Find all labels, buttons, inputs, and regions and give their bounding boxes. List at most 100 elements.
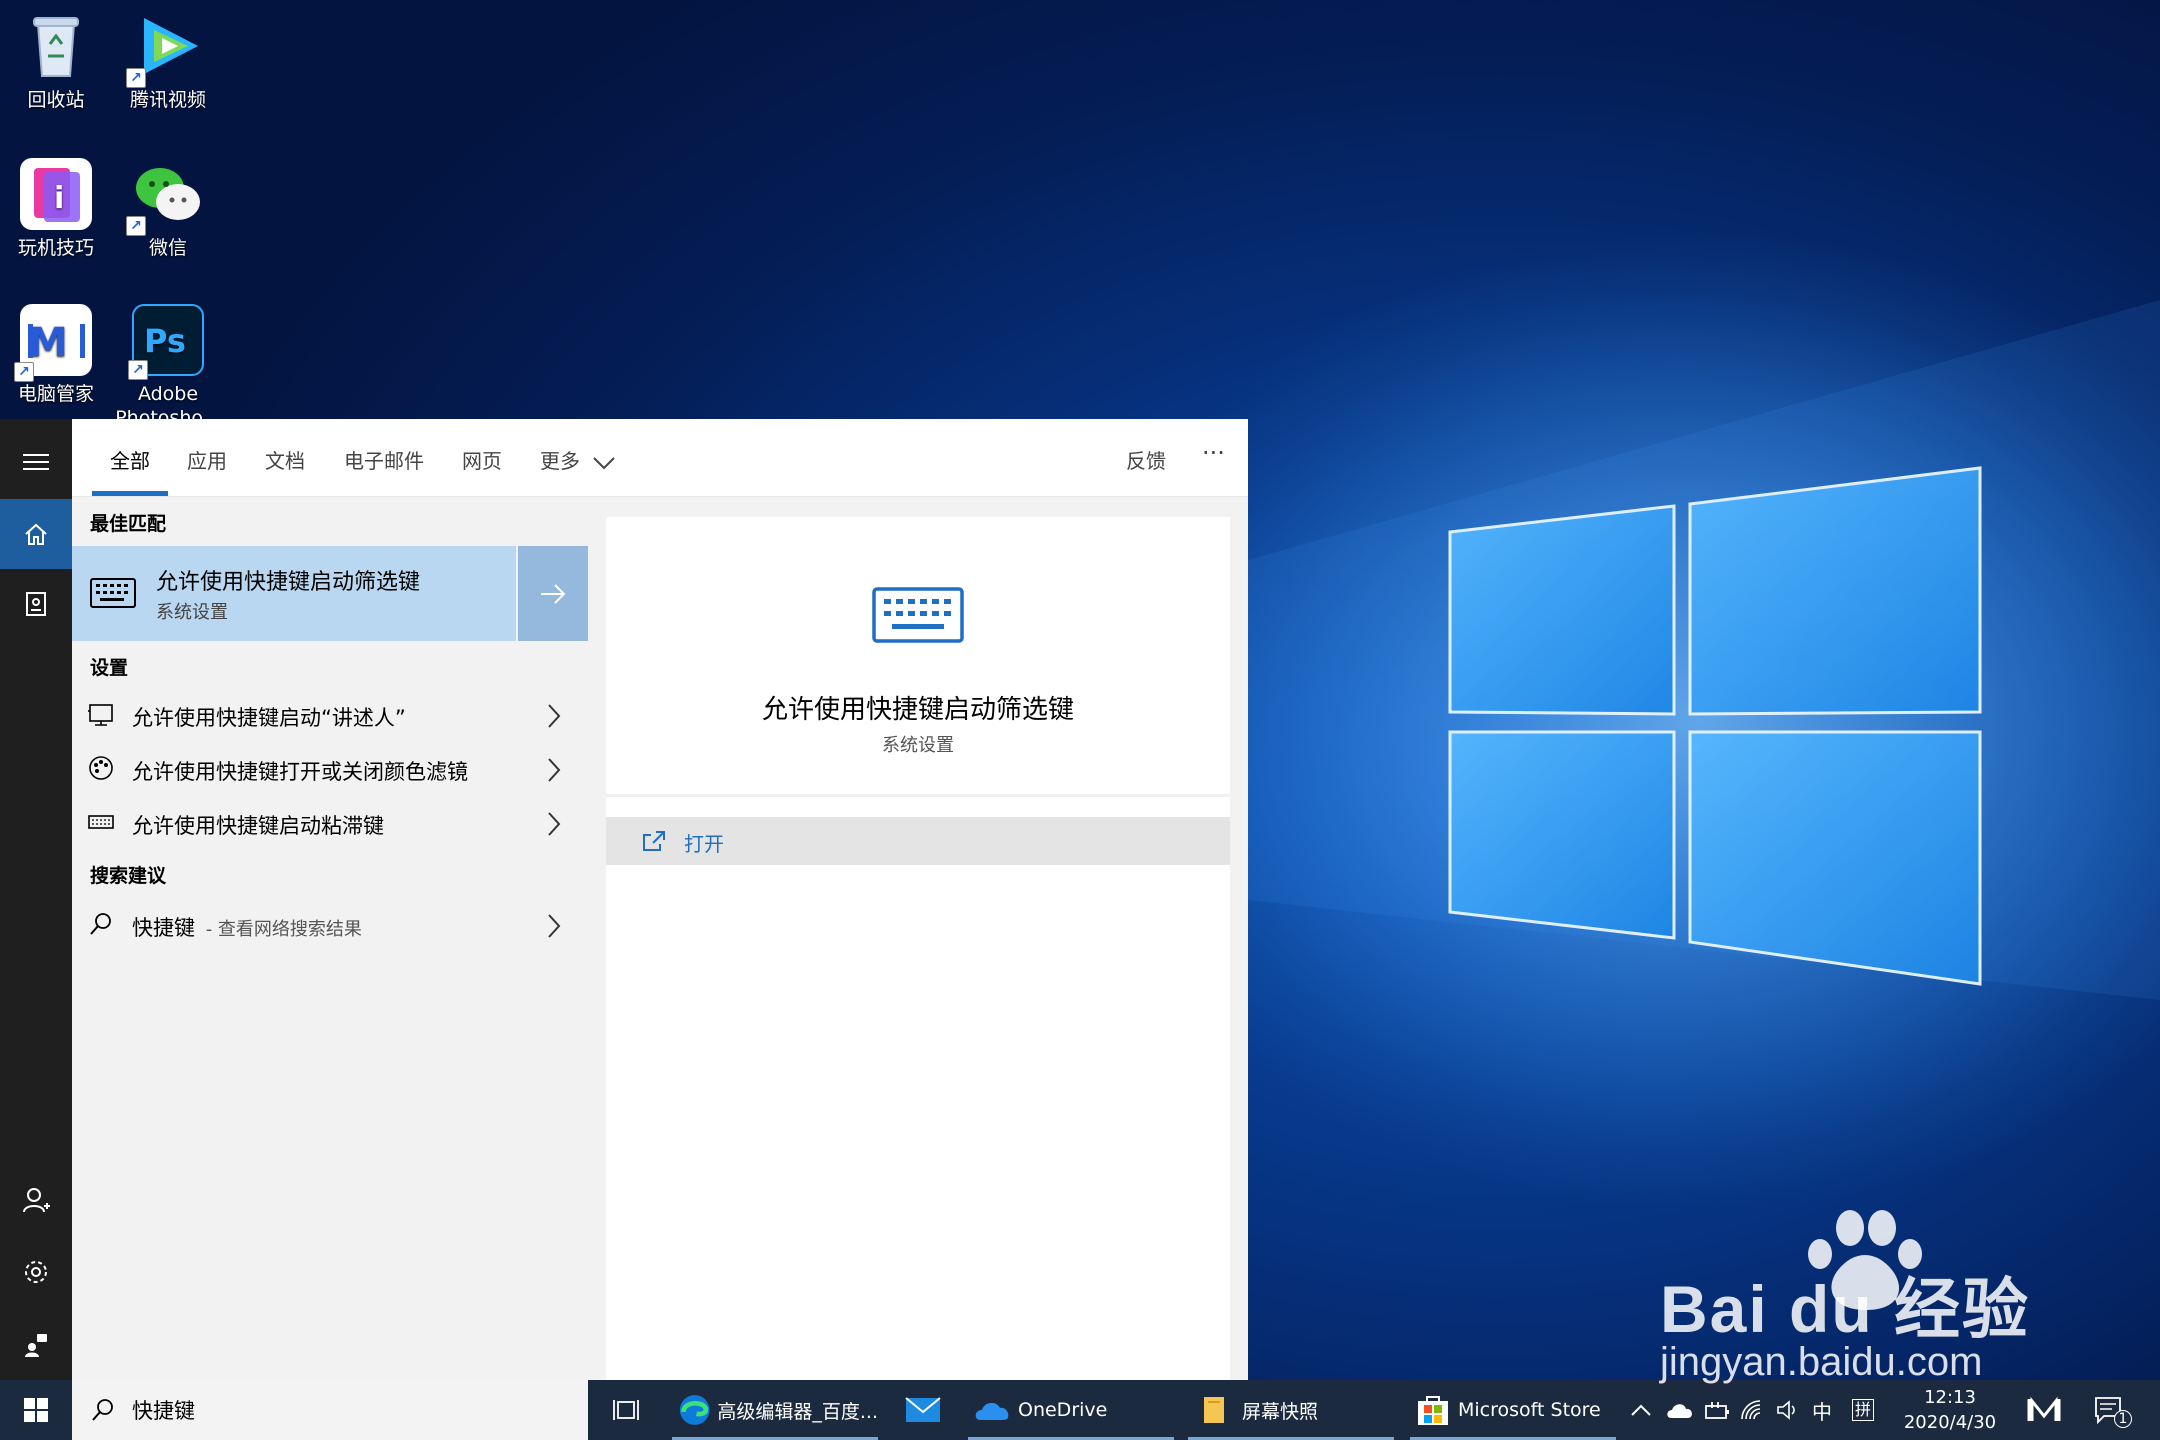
taskbar-app-onedrive[interactable]: OneDrive xyxy=(968,1380,1174,1440)
more-options-button[interactable]: ··· xyxy=(1202,439,1225,467)
watermark-brand: Bai du 经验 xyxy=(1660,1272,2031,1346)
open-external-icon xyxy=(643,831,665,851)
start-left-rail xyxy=(0,419,72,1380)
keyboard-icon xyxy=(90,578,136,608)
preview-pane: 允许使用快捷键启动筛选键 系统设置 打开 xyxy=(606,517,1230,1380)
search-tabbar: 全部 应用 文档 电子邮件 网页 更多 反馈 ··· xyxy=(72,419,1248,497)
taskbar-search-box[interactable] xyxy=(72,1380,588,1440)
settings-result-item[interactable]: 允许使用快捷键启动粘滞键 xyxy=(72,797,588,849)
desktop-icon-recycle-bin[interactable]: 回收站 xyxy=(0,10,112,112)
home-icon xyxy=(25,523,47,545)
desktop-icon-label: 微信 xyxy=(148,237,187,259)
notification-count-badge: 1 xyxy=(2114,1410,2132,1428)
folder-icon xyxy=(1204,1397,1224,1423)
action-center-button[interactable]: 1 xyxy=(2094,1380,2132,1440)
desktop-icon-label: 腾讯视频 xyxy=(129,89,206,111)
search-suggestions-heading: 搜索建议 xyxy=(90,865,167,887)
taskbar-app-folder[interactable]: 屏幕快照 xyxy=(1188,1380,1394,1440)
search-icon xyxy=(90,913,111,935)
web-suggestion-query: 快捷键 xyxy=(132,916,195,940)
chevron-right-icon xyxy=(548,914,561,938)
tencent-video-icon: ↗ xyxy=(126,10,204,88)
shortcut-arrow-icon: ↗ xyxy=(14,362,34,382)
tips-icon: i xyxy=(20,158,92,230)
taskbar-app-label: OneDrive xyxy=(1018,1399,1108,1421)
pc-manager-icon xyxy=(2027,1396,2061,1421)
shortcut-arrow-icon: ↗ xyxy=(128,360,148,380)
system-clock[interactable]: 12:13 2020/4/30 xyxy=(1890,1385,2010,1435)
desktop-icon-tencent-video[interactable]: ↗ 腾讯视频 xyxy=(112,10,224,112)
active-tab-indicator xyxy=(92,491,168,496)
color-palette-icon xyxy=(89,756,113,780)
narrator-icon xyxy=(88,704,113,726)
preview-title: 允许使用快捷键启动筛选键 xyxy=(761,695,1074,725)
chevron-right-icon xyxy=(548,704,561,728)
notebook-button[interactable] xyxy=(0,569,72,639)
show-hidden-icons-button[interactable] xyxy=(1630,1380,1652,1440)
cloud-icon xyxy=(1667,1404,1692,1418)
mail-icon xyxy=(905,1397,941,1422)
task-view-button[interactable] xyxy=(606,1380,646,1440)
taskbar-app-label: 屏幕快照 xyxy=(1242,1400,1319,1423)
desktop-icon-tips[interactable]: i 玩机技巧 xyxy=(0,158,112,260)
pc-manager-icon: M ↗ xyxy=(14,304,92,382)
chevron-down-icon xyxy=(593,456,616,469)
desktop-icon-pc-manager[interactable]: M ↗ 电脑管家 xyxy=(0,304,112,406)
ime-mode-label: 拼 xyxy=(1852,1399,1875,1421)
best-match-expand-button[interactable] xyxy=(518,546,588,641)
tab-web[interactable]: 网页 xyxy=(462,445,502,474)
taskbar-app-label: Microsoft Store xyxy=(1458,1399,1601,1421)
taskbar-app-mail[interactable] xyxy=(898,1380,948,1440)
open-label: 打开 xyxy=(684,832,724,856)
open-action[interactable]: 打开 xyxy=(606,817,1230,865)
account-button[interactable] xyxy=(0,1165,72,1235)
web-suggestion-item[interactable]: 快捷键 - 查看网络搜索结果 xyxy=(72,899,588,951)
best-match-title: 允许使用快捷键启动筛选键 xyxy=(156,570,421,595)
svg-text:M: M xyxy=(28,320,68,366)
tab-all[interactable]: 全部 xyxy=(110,445,150,474)
settings-result-item[interactable]: 允许使用快捷键启动“讲述人” xyxy=(72,689,588,741)
photoshop-icon: Ps ↗ xyxy=(128,304,204,380)
keyboard-icon xyxy=(88,815,114,829)
desktop-icon-label-line1: Adobe xyxy=(137,383,199,405)
feedback-link[interactable]: 反馈 xyxy=(1126,445,1166,474)
notebook-icon xyxy=(26,592,46,616)
battery-charging-icon xyxy=(1705,1402,1729,1419)
onedrive-icon xyxy=(975,1402,1009,1420)
recycle-bin-icon xyxy=(20,10,92,82)
settings-button[interactable] xyxy=(0,1237,72,1307)
hamburger-menu-button[interactable] xyxy=(0,427,72,497)
tab-more[interactable]: 更多 xyxy=(540,445,616,474)
web-suggestion-hint: - 查看网络搜索结果 xyxy=(205,919,362,940)
web-suggestion-text: 快捷键 - 查看网络搜索结果 xyxy=(132,912,362,942)
tab-apps[interactable]: 应用 xyxy=(187,445,227,474)
svg-text:Ps: Ps xyxy=(144,322,186,360)
start-button[interactable] xyxy=(0,1380,72,1440)
tab-documents[interactable]: 文档 xyxy=(265,445,305,474)
chevron-right-icon xyxy=(548,812,561,836)
search-icon xyxy=(92,1399,113,1421)
home-button[interactable] xyxy=(0,499,72,569)
user-add-icon xyxy=(23,1188,50,1213)
gear-icon xyxy=(25,1261,47,1283)
tab-email[interactable]: 电子邮件 xyxy=(344,445,424,474)
baidu-jingyan-watermark: Bai du 经验 jingyan.baidu.com xyxy=(1660,1210,2080,1390)
svg-text:i: i xyxy=(54,181,64,216)
arrow-right-icon xyxy=(541,583,566,604)
tab-more-label: 更多 xyxy=(540,449,580,473)
desktop-icon-photoshop[interactable]: Ps ↗ Adobe Photosho... xyxy=(112,304,224,430)
taskbar-app-edge[interactable]: 高级编辑器_百度... xyxy=(672,1380,878,1440)
desktop-icon-label: 回收站 xyxy=(27,89,85,111)
edge-icon xyxy=(679,1395,710,1425)
store-icon xyxy=(1418,1396,1448,1425)
shortcut-arrow-icon: ↗ xyxy=(126,68,146,88)
windows-start-icon xyxy=(24,1398,48,1422)
best-match-item[interactable]: 允许使用快捷键启动筛选键 系统设置 xyxy=(72,546,516,641)
settings-result-item[interactable]: 允许使用快捷键打开或关闭颜色滤镜 xyxy=(72,743,588,795)
search-input[interactable] xyxy=(132,1394,562,1426)
feedback-hub-button[interactable] xyxy=(0,1309,72,1379)
watermark-url: jingyan.baidu.com xyxy=(1660,1340,1983,1384)
best-match-subtitle: 系统设置 xyxy=(156,602,228,623)
taskbar-app-store[interactable]: Microsoft Store xyxy=(1410,1380,1616,1440)
desktop-icon-wechat[interactable]: ↗ 微信 xyxy=(112,158,224,260)
